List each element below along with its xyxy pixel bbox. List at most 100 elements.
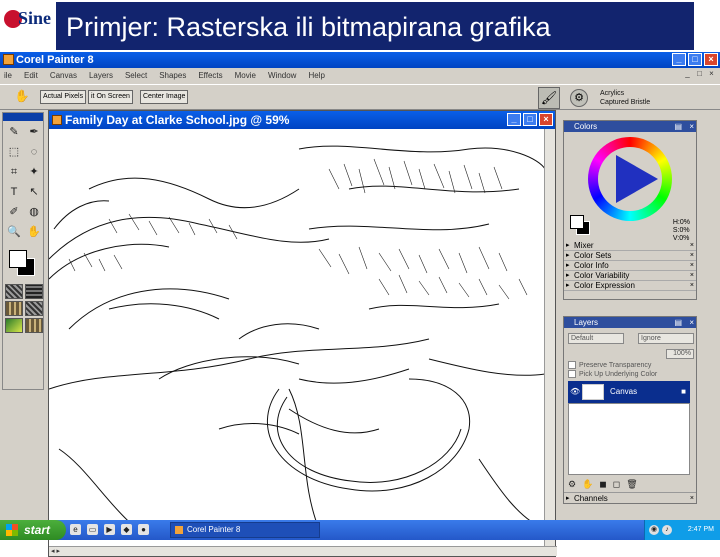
menu-window[interactable]: Window (268, 69, 296, 82)
channels-panel-header[interactable]: Channels × (564, 492, 696, 504)
delete-layer-icon[interactable]: 🗑 (626, 479, 637, 490)
layer-adjuster-icon[interactable]: ↖ (25, 184, 43, 201)
document-vertical-scrollbar[interactable] (544, 129, 555, 547)
menu-canvas[interactable]: Canvas (50, 69, 77, 82)
palette-menu-icon[interactable]: ▤ (674, 317, 682, 328)
volume-icon[interactable]: ♪ (662, 525, 672, 535)
center-image-button[interactable]: Center Image (140, 90, 189, 104)
color-info-panel-header[interactable]: Color Info × (564, 261, 696, 271)
preserve-transparency-checkbox[interactable]: Preserve Transparency (568, 361, 651, 370)
fit-on-screen-button[interactable]: it On Screen (88, 90, 133, 104)
doc-maximize-button[interactable]: □ (523, 113, 537, 126)
gradient-selector[interactable] (5, 301, 23, 316)
palette-close-icon[interactable]: × (689, 317, 694, 328)
new-layer-icon[interactable]: ◻ (613, 479, 620, 490)
mdi-restore-button[interactable]: □ (695, 69, 704, 79)
menu-file[interactable]: ile (4, 69, 12, 82)
composite-depth-select[interactable]: Ignore (638, 333, 694, 344)
app-shortcut-2-icon[interactable]: ● (138, 524, 149, 535)
document-horizontal-scrollbar[interactable]: ◂ ▸ (49, 546, 557, 556)
color-sets-panel-header[interactable]: Color Sets × (564, 251, 696, 261)
minimize-button[interactable]: _ (672, 53, 686, 66)
menu-help[interactable]: Help (308, 69, 324, 82)
grabber-hand-icon[interactable]: ✋ (25, 224, 43, 241)
mdi-minimize-button[interactable]: _ (683, 69, 692, 79)
brush-selector[interactable]: Acrylics Captured Bristle (600, 89, 650, 107)
image-canvas[interactable] (49, 129, 545, 547)
close-button[interactable]: × (704, 53, 718, 66)
color-expression-panel-header[interactable]: Color Expression × (564, 281, 696, 291)
colors-palette-header[interactable]: Colors ▤ × (564, 121, 696, 132)
menu-layers[interactable]: Layers (89, 69, 113, 82)
menu-edit[interactable]: Edit (24, 69, 38, 82)
main-color-swatches[interactable] (5, 248, 41, 278)
lasso-tool-icon[interactable]: ◌ (25, 144, 43, 161)
menu-movie[interactable]: Movie (235, 69, 256, 82)
app-titlebar[interactable]: Corel Painter 8 _ □ × (0, 52, 720, 68)
crop-tool-icon[interactable]: ⌗ (5, 164, 23, 181)
opacity-field[interactable]: 100% (666, 349, 694, 359)
dropper-tool-icon[interactable]: ✒ (25, 124, 43, 141)
menu-shapes[interactable]: Shapes (159, 69, 186, 82)
palette-menu-icon[interactable]: ▤ (674, 121, 682, 132)
mdi-close-button[interactable]: × (707, 69, 716, 79)
layer-row-canvas[interactable]: 👁 Canvas ■ (568, 381, 690, 403)
mixer-panel-header[interactable]: Mixer × (564, 241, 696, 251)
paint-bucket-icon[interactable]: ◍ (25, 204, 43, 221)
look-selector[interactable] (25, 318, 43, 333)
hue-ring[interactable] (588, 137, 672, 221)
rectangle-select-icon[interactable]: ⬚ (5, 144, 23, 161)
doc-minimize-button[interactable]: _ (507, 113, 521, 126)
eyedropper-tool-icon[interactable]: ✐ (5, 204, 23, 221)
weave-selector[interactable] (25, 301, 43, 316)
grabber-tool-icon[interactable]: ✋ (14, 89, 30, 105)
saturation-value-triangle[interactable] (616, 155, 658, 203)
pick-up-underlying-checkbox[interactable]: Pick Up Underlying Color (568, 370, 657, 379)
document-titlebar[interactable]: Family Day at Clarke School.jpg @ 59% _ … (49, 111, 555, 129)
panel-close-icon[interactable]: × (690, 241, 694, 251)
layers-palette-header[interactable]: Layers ▤ × (564, 317, 696, 328)
media-player-icon[interactable]: ▶ (104, 524, 115, 535)
scroll-arrow-icon[interactable]: ◂ ▸ (51, 547, 60, 555)
tray-icons: ◉ ♪ (649, 525, 672, 535)
start-button[interactable]: start (0, 520, 66, 540)
panel-close-icon[interactable]: × (690, 281, 694, 291)
toolbox-titlebar[interactable] (3, 113, 43, 121)
paper-selector[interactable] (5, 284, 23, 299)
doc-close-button[interactable]: × (539, 113, 553, 126)
color-variability-panel-header[interactable]: Color Variability × (564, 271, 696, 281)
palette-primary-swatch[interactable] (570, 215, 584, 229)
eye-icon[interactable]: 👁 (570, 387, 580, 396)
magic-wand-icon[interactable]: ✦ (25, 164, 43, 181)
folder-icon[interactable]: ▭ (87, 524, 98, 535)
composite-method-select[interactable]: Default (568, 333, 624, 344)
pattern-selector[interactable] (25, 284, 43, 299)
primary-color-swatch[interactable] (9, 250, 27, 268)
panel-close-icon[interactable]: × (690, 251, 694, 261)
clock[interactable]: 2:47 PM (688, 526, 714, 533)
layer-commands-icon[interactable]: ⚙ (568, 479, 576, 490)
network-icon[interactable]: ◉ (649, 525, 659, 535)
text-tool-icon[interactable]: T (5, 184, 23, 201)
brush-variant-icon[interactable]: ⚙ (570, 89, 588, 107)
app-shortcut-icon[interactable]: ◆ (121, 524, 132, 535)
taskbar-painter-button[interactable]: Corel Painter 8 (170, 522, 320, 538)
panel-close-icon[interactable]: × (690, 271, 694, 281)
menu-select[interactable]: Select (125, 69, 147, 82)
brush-category-icon[interactable]: 🖌 (538, 87, 560, 109)
panel-close-icon[interactable]: × (690, 261, 694, 271)
panel-close-icon[interactable]: × (690, 493, 694, 504)
quick-launch: e ▭ ▶ ◆ ● (70, 524, 149, 535)
palette-color-swatches[interactable] (568, 213, 592, 237)
actual-pixels-button[interactable]: Actual Pixels (40, 90, 87, 104)
dynamic-plugins-icon[interactable]: ✋ (582, 479, 593, 490)
brush-tool-icon[interactable]: ✎ (5, 124, 23, 141)
nozzle-selector[interactable] (5, 318, 23, 333)
layer-mask-icon[interactable]: ◼ (599, 479, 606, 490)
layer-list-area[interactable] (568, 403, 690, 475)
menu-effects[interactable]: Effects (198, 69, 222, 82)
maximize-button[interactable]: □ (688, 53, 702, 66)
browser-icon[interactable]: e (70, 524, 81, 535)
magnifier-tool-icon[interactable]: 🔍 (5, 224, 23, 241)
palette-close-icon[interactable]: × (689, 121, 694, 132)
